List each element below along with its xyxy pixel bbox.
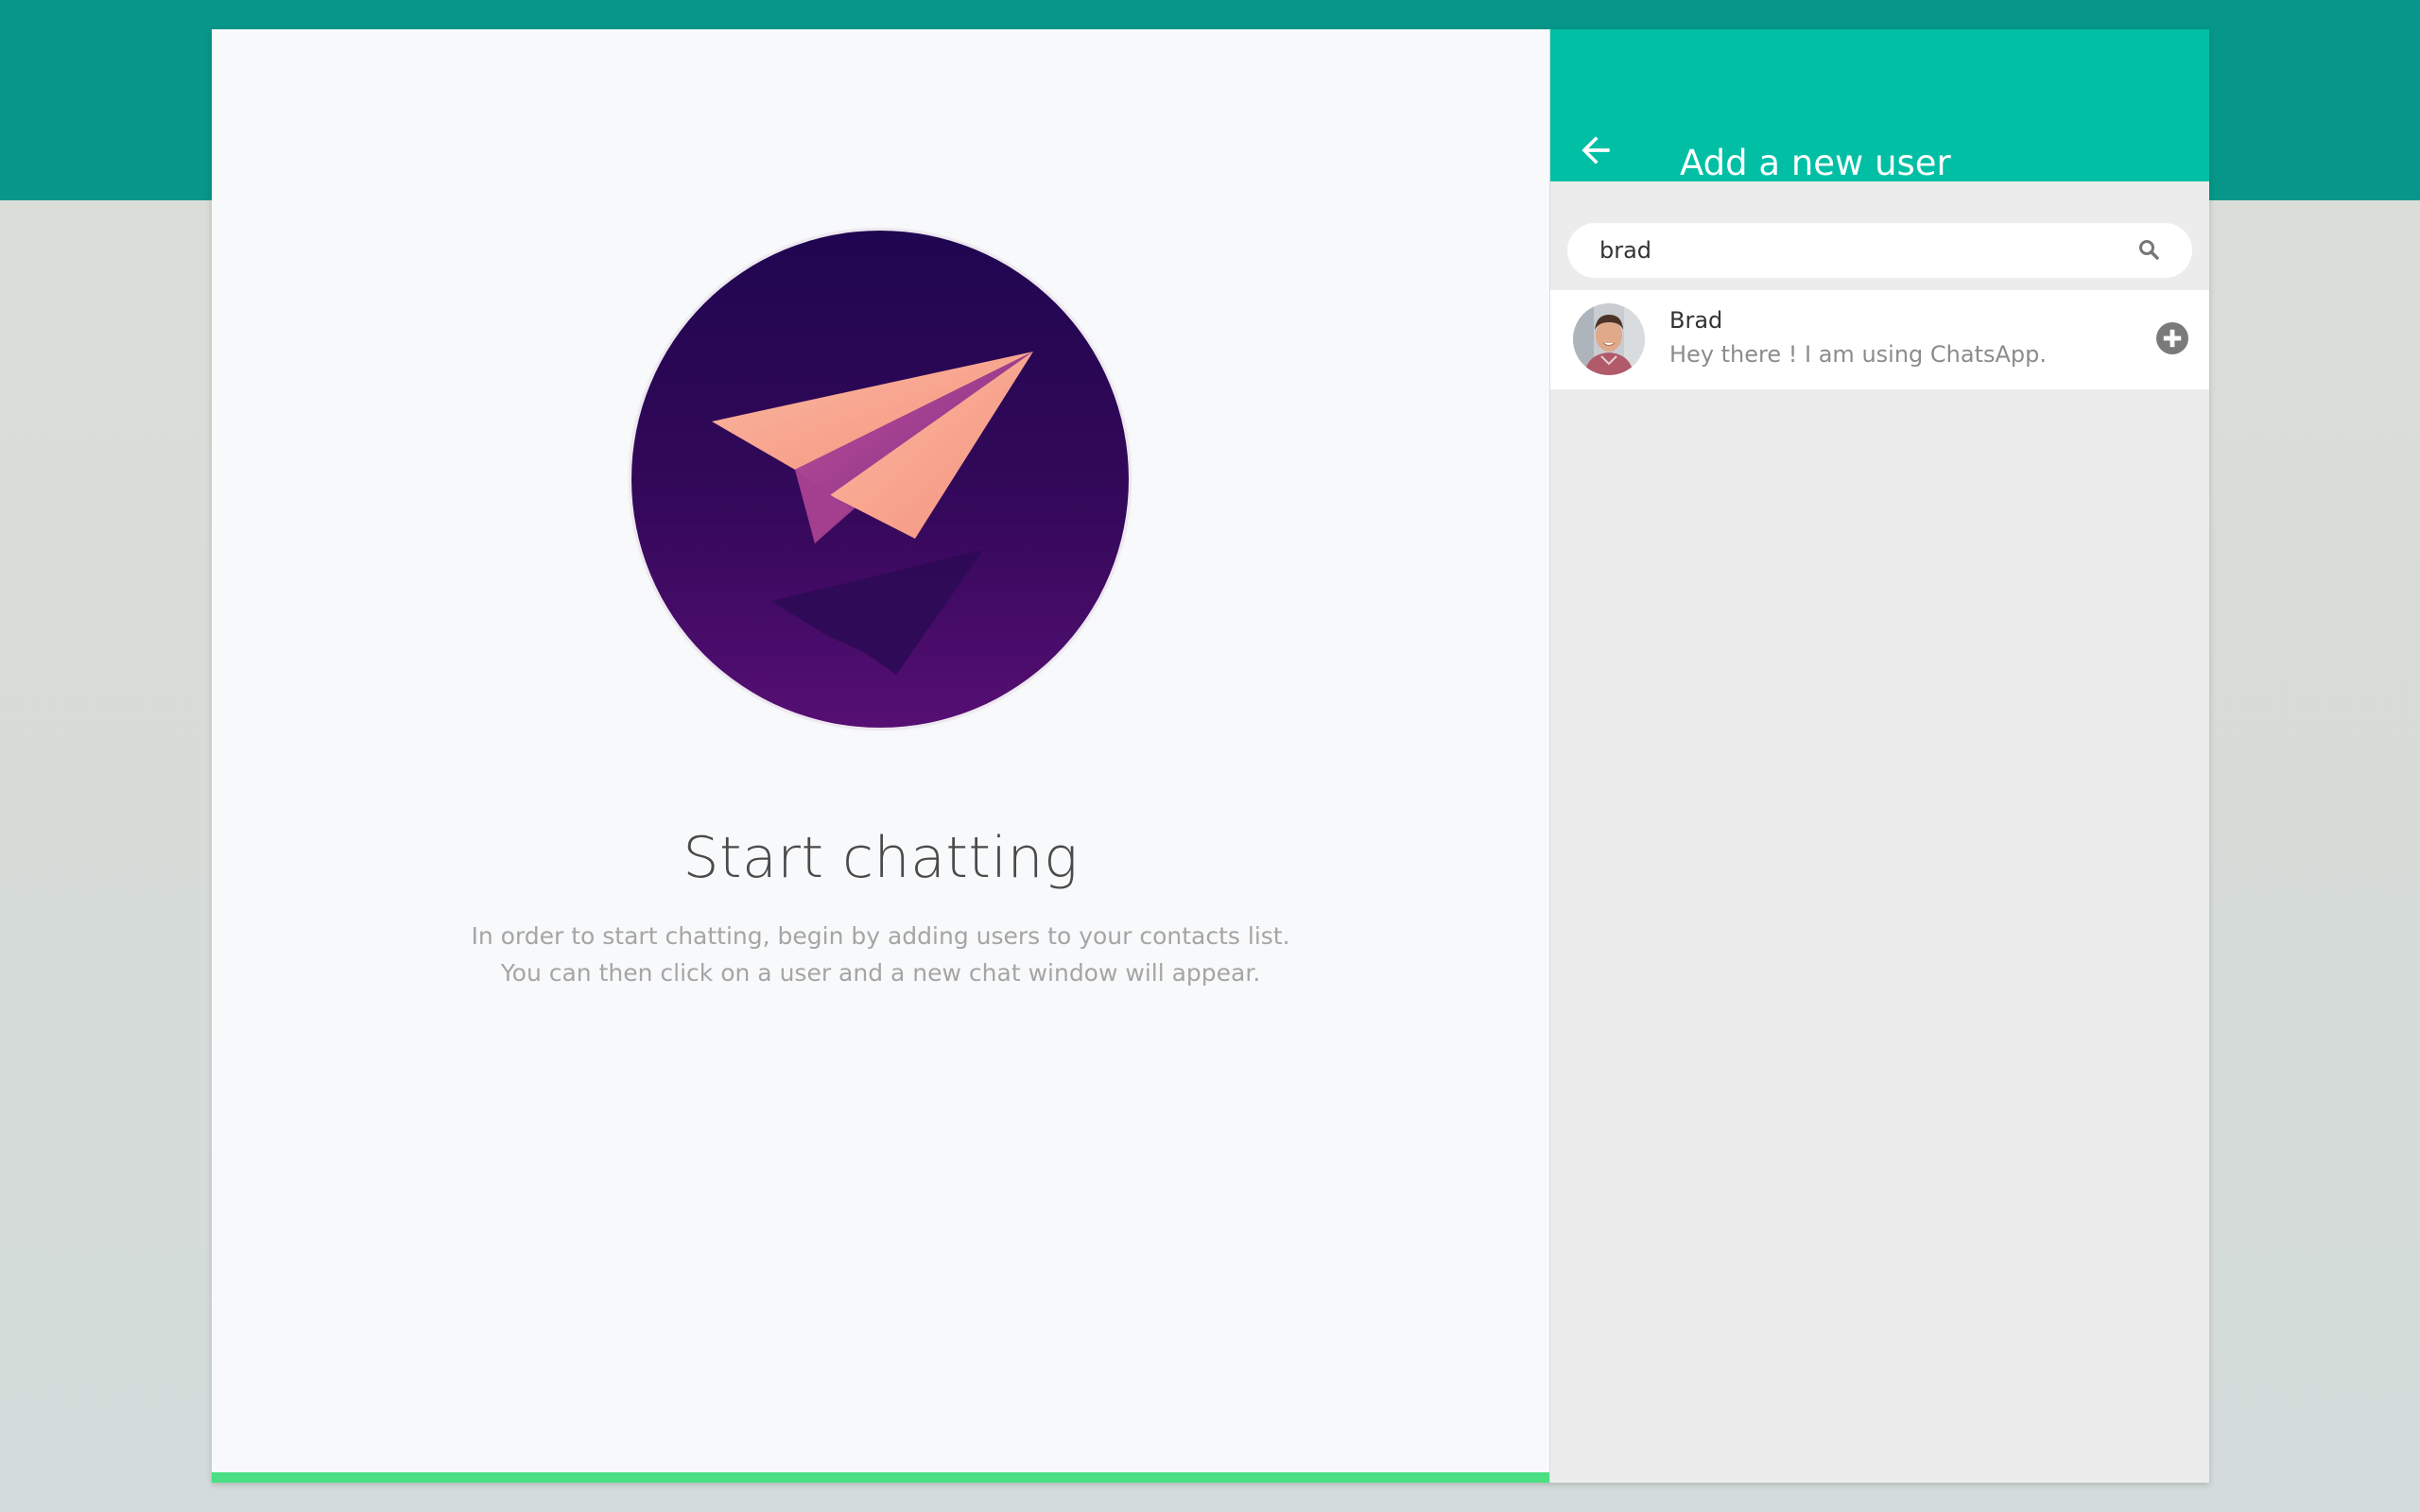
welcome-description-line-1: In order to start chatting, begin by add… [471, 922, 1290, 950]
user-name: Brad [1669, 307, 1723, 334]
back-button[interactable] [1575, 129, 1616, 171]
user-avatar [1573, 303, 1645, 375]
welcome-title: Start chatting [683, 825, 1079, 891]
bottom-accent-bar [212, 1472, 1549, 1483]
paper-plane-logo-icon [631, 231, 1129, 728]
search-box [1567, 223, 2192, 278]
welcome-description: In order to start chatting, begin by add… [212, 918, 1549, 991]
app-window: Start chatting In order to start chattin… [212, 29, 2209, 1483]
search-icon[interactable] [2137, 238, 2160, 261]
plus-circle-icon [2156, 322, 2188, 354]
user-status: Hey there ! I am using ChatsApp. [1669, 341, 2047, 368]
panel-header: Add a new user [1550, 29, 2209, 183]
welcome-description-line-2: You can then click on a user and a new c… [500, 959, 1261, 987]
search-input[interactable] [1599, 223, 2129, 278]
user-result-row[interactable]: Brad Hey there ! I am using ChatsApp. [1550, 290, 2209, 389]
welcome-pane: Start chatting In order to start chattin… [212, 29, 1550, 1483]
add-user-panel: Add a new user brad Brad Hey there ! I a… [1550, 29, 2209, 1483]
arrow-left-icon [1582, 136, 1610, 164]
add-user-button[interactable] [2156, 322, 2188, 354]
panel-title: Add a new user [1680, 143, 1951, 183]
